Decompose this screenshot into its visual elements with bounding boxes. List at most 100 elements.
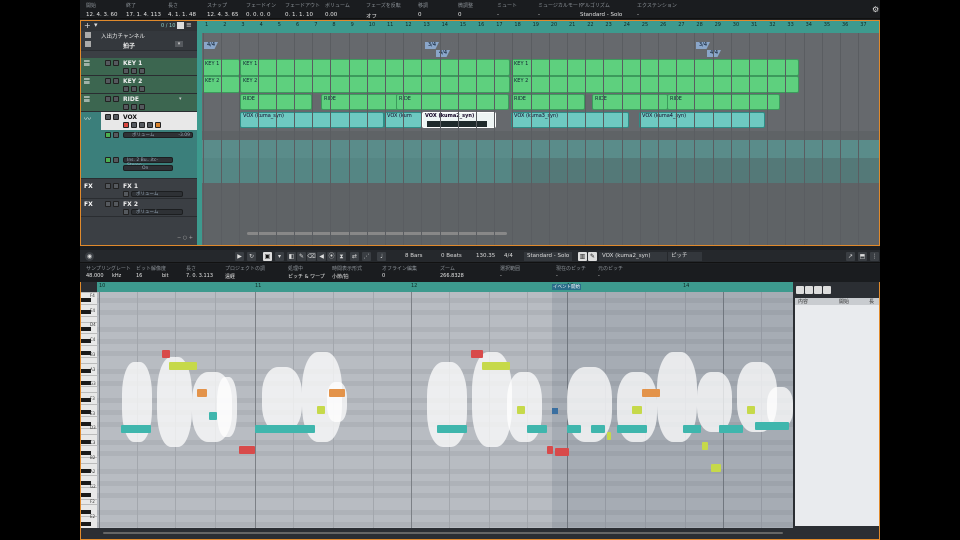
info-value[interactable]: 48.000 [86,273,104,279]
signature-field[interactable]: 4/4 [504,252,513,261]
timeline-ruler[interactable]: 1 2 3 4 5 6 7 8 9 10 11 12 13 14 15 16 17 18 19 20 21 22 23 24 2… [202,21,879,33]
lower-zone-icon[interactable]: ◉ [85,252,94,261]
editor-ruler[interactable]: 1011121314イベント開始 [97,282,793,292]
edit-button[interactable] [139,122,145,128]
midi-part-key2[interactable]: KEY 2 [240,76,510,93]
pitch-segment[interactable] [642,389,660,397]
track-menu-icon[interactable]: ≡ [186,21,192,29]
glue-icon[interactable]: ⦿ [327,252,336,261]
pitch-segment[interactable] [121,425,151,433]
black-key[interactable] [81,522,91,527]
solo-button[interactable] [113,60,119,66]
pitch-segment[interactable] [755,422,789,430]
edit-button[interactable] [139,86,145,92]
horizontal-scrollbar[interactable] [247,232,507,235]
mute-button[interactable] [105,96,111,102]
mute-button[interactable] [105,114,111,120]
midi-part-key1[interactable]: KEY 1 [511,59,799,76]
eraser-icon[interactable]: ⌫ [307,252,316,261]
record-enable-button[interactable] [123,86,129,92]
pitch-segment[interactable] [607,432,611,440]
volume-fader[interactable]: ボリューム [131,209,183,215]
chevron-down-icon[interactable]: ▾ [94,21,98,29]
info-value[interactable]: - [556,273,558,279]
pitch-segment[interactable] [617,425,647,433]
black-key[interactable] [81,297,91,302]
window-layout-icon[interactable] [177,22,184,29]
pitch-segment[interactable] [747,406,755,414]
audio-event-vox[interactable]: VOX (kuma3_syn) [511,112,629,128]
plugin-write-button[interactable] [113,157,119,163]
panel-icon[interactable] [805,286,813,294]
gear-icon[interactable]: ⚙ [872,5,879,14]
midi-part-ride[interactable]: RIDE [321,94,399,110]
automation-read-button[interactable] [123,209,129,215]
loop-icon[interactable]: ↻ [247,252,256,261]
pencil-edit-icon[interactable]: ✎ [588,252,597,261]
quantize-select[interactable]: 8 Bars [405,252,423,261]
lock-button[interactable] [155,122,161,128]
maximize-icon[interactable]: ↗ [846,252,855,261]
signature-marker[interactable]: 4/4 [707,50,721,57]
info-invert-phase[interactable]: フェーズを反転 オフ [366,2,426,20]
info-value[interactable]: 遠経 [225,273,235,280]
chevron-down-icon[interactable]: ▾ [179,96,182,102]
select-range-icon[interactable]: ◧ [287,252,296,261]
pitch-segment[interactable] [169,362,197,370]
add-track-icon[interactable]: + [84,21,91,30]
record-enable-button[interactable] [123,122,129,128]
zoom-controls[interactable]: − ○ + [177,235,193,241]
play-icon[interactable]: ▶ [235,252,244,261]
plugin-read-button[interactable] [105,157,111,163]
track-fx2[interactable]: FX FX 2 ボリューム [81,199,197,217]
signature-marker[interactable]: 3/4 [425,42,439,49]
monitor-button[interactable] [131,86,137,92]
mute-button[interactable] [105,60,111,66]
midi-part-key2[interactable]: KEY 2 [511,76,799,93]
pencil-icon[interactable]: ✎ [297,252,306,261]
solo-button[interactable] [113,183,119,189]
pitch-segment[interactable] [517,406,525,414]
pitch-segment[interactable] [197,389,207,397]
pitch-segment[interactable] [482,362,510,370]
event-select[interactable]: VOX (kuma2_syn) [599,252,667,261]
track-key2[interactable]: 𝄚 KEY 2 [81,76,197,94]
piano-icon[interactable]: ▥ [578,252,587,261]
track-io-channel[interactable]: 入出力チャンネル 拍子 ▾ [81,31,197,51]
black-key[interactable] [81,327,91,332]
solo-button[interactable] [113,78,119,84]
solo-button[interactable] [113,114,119,120]
algorithm-select[interactable]: Standard - Solo [524,252,573,261]
info-value[interactable]: - [598,273,600,279]
pitch-segment[interactable] [555,448,569,456]
speaker-icon[interactable]: ◀ [317,252,326,261]
record-enable-button[interactable] [123,68,129,74]
info-value[interactable]: 小節/拍 [332,273,349,280]
pitch-segment[interactable] [683,425,701,433]
beats-field[interactable]: 0 Beats [441,252,462,261]
pitch-segment[interactable] [527,425,547,433]
pitch-segment[interactable] [711,464,721,472]
info-value[interactable]: 266.8328 [440,273,464,279]
automation-read-button[interactable] [105,132,111,138]
draw-icon[interactable]: ▾ [275,252,284,261]
pitch-segment[interactable] [437,425,467,433]
quantize-mode-icon[interactable]: ⋰ [362,252,371,261]
info-value[interactable]: 7. 0. 3.113 [186,273,213,279]
pitch-segment[interactable] [719,425,743,433]
mute-button[interactable] [105,78,111,84]
pitch-segment[interactable] [317,406,325,414]
scroll-thumb[interactable] [103,532,783,534]
record-enable-button[interactable] [123,104,129,110]
pitch-segment[interactable] [567,425,581,433]
pitch-mode-select[interactable]: ピッチ [668,252,702,261]
menu-icon[interactable]: ⋮ [870,252,879,261]
info-value[interactable]: 16 [136,273,142,279]
mute-button[interactable] [105,201,111,207]
plugin-on-toggle[interactable]: On [123,165,173,171]
volume-fader[interactable]: ボリューム -3.09 [123,132,193,138]
pitch-segment[interactable] [471,350,483,358]
edit-button[interactable] [139,104,145,110]
track-ride[interactable]: 𝄚 RIDE ▾ [81,94,197,112]
variaudio-pitch-grid[interactable] [97,292,793,528]
